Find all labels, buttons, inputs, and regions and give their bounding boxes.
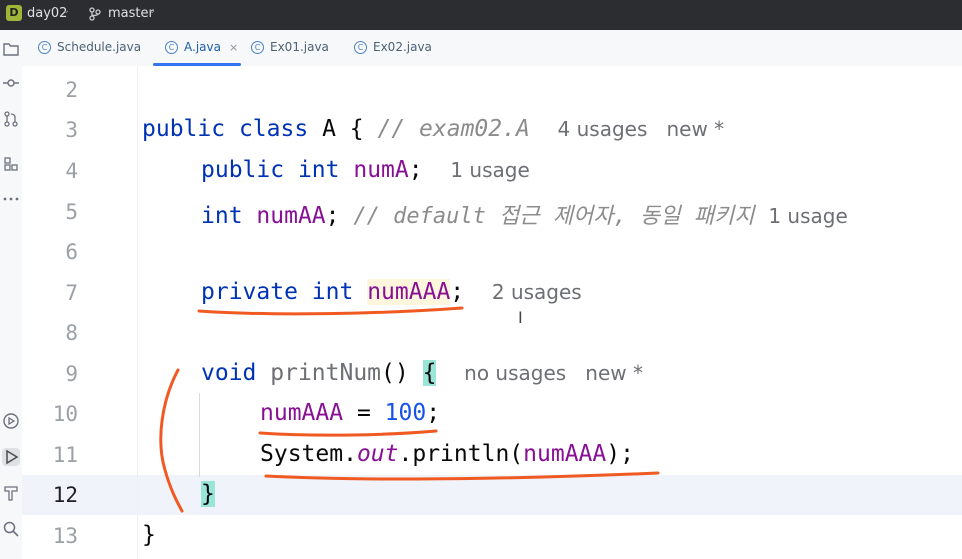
underline-annotation <box>264 471 660 481</box>
underline-annotation <box>197 306 464 316</box>
annotation-overlay <box>159 306 660 513</box>
underline-annotation <box>258 429 438 437</box>
bracket-annotation <box>159 368 184 513</box>
